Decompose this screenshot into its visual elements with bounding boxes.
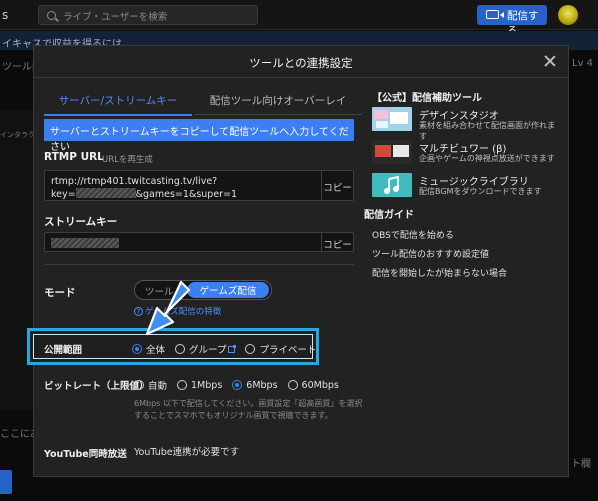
camera-icon	[486, 10, 499, 19]
youtube-simulcast-value: YouTube連携が必要です	[134, 447, 240, 458]
search-icon	[47, 11, 56, 20]
background-button-edge[interactable]	[0, 470, 12, 494]
music-note-icon	[372, 173, 412, 197]
arrow-icon	[145, 280, 191, 336]
tool-integration-modal: ツールとの連携設定 サーバー/ストリームキー 配信ツール向けオーバーレイ サーバ…	[27, 45, 569, 477]
radio-checked-icon	[132, 344, 142, 354]
logo-fragment: s	[2, 8, 9, 22]
bitrate-radio-group: 自動 1Mbps 6Mbps 60Mbps	[134, 378, 349, 392]
close-icon[interactable]	[543, 54, 557, 68]
copy-rtmp-button[interactable]: コピー	[321, 171, 353, 200]
multi-viewer-desc: 企画やゲームの神視点放送ができます	[419, 154, 555, 163]
tool-music-library[interactable]: ミュージックライブラリ 配信BGMをダウンロードできます	[372, 173, 562, 199]
tool-multi-viewer[interactable]: マルチビュワー (β) 企画やゲームの神視点放送ができます	[372, 140, 562, 166]
copy-stream-key-button[interactable]: コピー	[321, 233, 353, 251]
visibility-option-all-label: 全体	[146, 345, 166, 356]
visibility-option-private-label: プライベート	[259, 345, 317, 356]
search-input[interactable]: ライブ・ユーザーを検索	[38, 5, 258, 25]
rtmp-url-line1: rtmp://rtmp401.twitcasting.tv/live?	[51, 176, 218, 187]
visibility-option-private[interactable]: プライベート	[245, 342, 316, 356]
rtmp-url-value: rtmp://rtmp401.twitcasting.tv/live? key=…	[51, 175, 237, 201]
masked-stream-key	[51, 238, 119, 248]
music-library-desc: 配信BGMをダウンロードできます	[419, 187, 542, 196]
tab-overlay[interactable]: 配信ツール向けオーバーレイ	[194, 93, 362, 115]
visibility-option-all[interactable]: 全体	[132, 342, 165, 356]
design-studio-thumbnail	[372, 107, 412, 131]
modal-header: ツールとの連携設定	[34, 46, 568, 78]
bitrate-option-60mbps-label: 60Mbps	[301, 379, 339, 391]
search-placeholder: ライブ・ユーザーを検索	[63, 12, 168, 23]
guide-link-troubleshooting[interactable]: 配信を開始したが始まらない場合	[372, 266, 507, 279]
mode-label: モード	[44, 287, 76, 299]
bitrate-option-60mbps[interactable]: 60Mbps	[287, 379, 339, 391]
info-bar: サーバーとストリームキーをコピーして配信ツールへ入力してください	[44, 119, 354, 153]
guide-title: 配信ガイド	[364, 210, 414, 221]
bitrate-note: 6Mbps 以下で配信してください。画質設定「超高画質」を選択することでスマホで…	[134, 399, 363, 420]
official-tools-title: 【公式】配信補助ツール	[372, 93, 482, 104]
visibility-option-group[interactable]: グループ	[175, 342, 237, 356]
regenerate-url-link[interactable]: URLを再生成	[102, 153, 153, 165]
bitrate-option-6mbps[interactable]: 6Mbps	[232, 379, 278, 391]
tool-design-studio[interactable]: デザインスタジオ 素材を組み合わせて配信画面が作れます	[372, 107, 562, 141]
rtmp-url-line2-suffix: &games=1&super=1	[135, 189, 238, 200]
external-link-icon	[228, 344, 237, 353]
stream-key-label: ストリームキー	[44, 216, 118, 228]
multi-viewer-thumbnail	[372, 140, 412, 164]
tab-server-stream-key[interactable]: サーバー/ストリームキー	[44, 93, 192, 116]
rtmp-url-key-prefix: key=	[51, 189, 76, 200]
mode-option-games[interactable]: ゲームズ配信	[187, 282, 269, 298]
divider	[44, 264, 354, 265]
bitrate-option-1mbps-label: 1Mbps	[191, 379, 223, 391]
design-studio-desc: 素材を組み合わせて配信画面が作れます	[419, 121, 555, 141]
visibility-label: 公開範囲	[44, 345, 83, 356]
broadcast-button[interactable]: 配信する	[477, 5, 547, 37]
avatar[interactable]	[558, 5, 578, 25]
top-bar: s ライブ・ユーザーを検索 配信する	[0, 0, 598, 37]
youtube-simulcast-label: YouTube同時放送	[44, 449, 127, 460]
visibility-option-group-label: グループ	[189, 345, 227, 356]
masked-key	[75, 188, 136, 198]
bitrate-option-1mbps[interactable]: 1Mbps	[177, 380, 222, 391]
modal-title: ツールとの連携設定	[249, 56, 353, 70]
radio-icon	[177, 380, 188, 390]
bitrate-option-auto-label: 自動	[148, 381, 168, 392]
background-level-fragment: Lv 4	[572, 58, 594, 69]
bitrate-label: ビットレート（上限値）	[44, 381, 149, 392]
background-panel	[0, 110, 35, 410]
bitrate-option-6mbps-label: 6Mbps	[246, 379, 278, 391]
bitrate-option-auto[interactable]: 自動	[134, 378, 167, 392]
rtmp-url-field[interactable]: rtmp://rtmp401.twitcasting.tv/live? key=…	[44, 170, 354, 201]
rtmp-url-label: RTMP URL	[44, 151, 104, 163]
radio-icon	[175, 344, 186, 354]
radio-checked-icon	[232, 380, 243, 390]
radio-icon	[134, 380, 144, 390]
radio-icon	[245, 344, 256, 354]
guide-link-recommended-settings[interactable]: ツール配信のおすすめ設定値	[372, 247, 489, 260]
guide-link-obs[interactable]: OBSで配信を始める	[372, 228, 454, 241]
visibility-radio-group: 全体 グループ プライベート	[132, 342, 326, 356]
radio-icon	[287, 380, 298, 390]
stream-key-field[interactable]: コピー	[44, 232, 354, 252]
